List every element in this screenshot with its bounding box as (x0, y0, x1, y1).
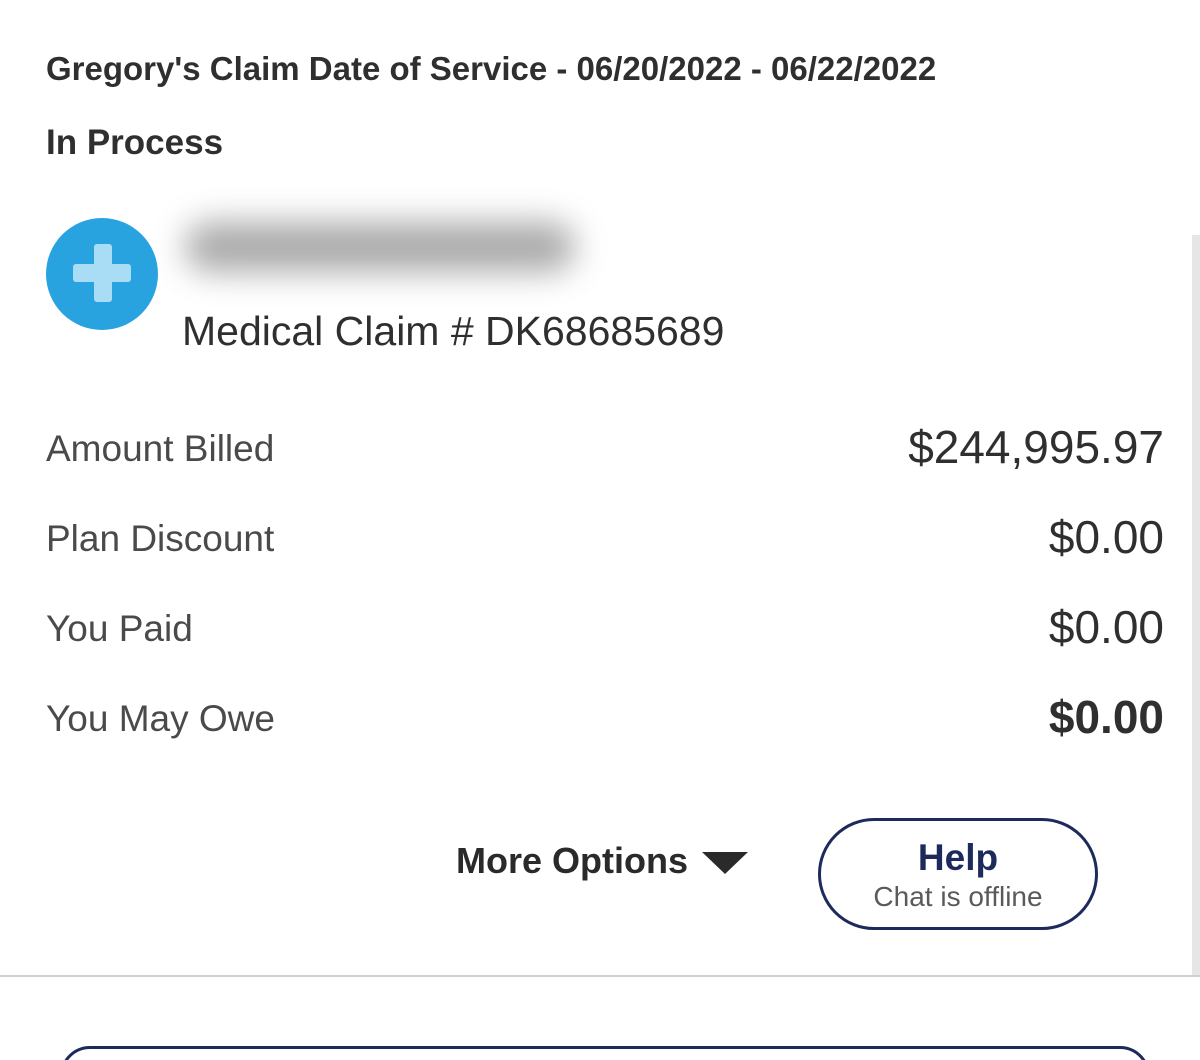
plan-discount-row: Plan Discount $0.00 (46, 510, 1164, 570)
help-button[interactable]: Help Chat is offline (818, 818, 1098, 930)
more-options-label: More Options (456, 840, 688, 881)
plan-discount-value: $0.00 (1048, 511, 1164, 563)
more-options-button[interactable]: More Options (456, 840, 748, 882)
next-card-edge[interactable] (60, 1046, 1150, 1060)
redacted-provider-name (185, 222, 575, 272)
scrollbar[interactable] (1192, 235, 1200, 975)
you-may-owe-value: $0.00 (1048, 691, 1164, 743)
claim-status: In Process (46, 123, 224, 162)
amount-billed-row: Amount Billed $244,995.97 (46, 420, 1164, 480)
you-paid-value: $0.00 (1048, 601, 1164, 653)
amount-billed-value: $244,995.97 (908, 421, 1164, 473)
claim-detail-page: Gregory's Claim Date of Service - 06/20/… (0, 0, 1200, 1060)
you-may-owe-label: You May Owe (46, 698, 275, 739)
help-title: Help (917, 837, 999, 878)
claim-number: Medical Claim # DK68685689 (182, 308, 725, 354)
you-may-owe-row: You May Owe $0.00 (46, 690, 1164, 750)
plan-discount-label: Plan Discount (46, 518, 275, 559)
section-divider (0, 975, 1200, 977)
amount-billed-label: Amount Billed (46, 428, 275, 469)
you-paid-label: You Paid (46, 608, 193, 649)
you-paid-row: You Paid $0.00 (46, 600, 1164, 660)
claim-title: Gregory's Claim Date of Service - 06/20/… (46, 50, 937, 87)
caret-down-icon (702, 852, 748, 874)
medical-cross-icon (46, 218, 158, 330)
chat-status: Chat is offline (873, 881, 1043, 912)
